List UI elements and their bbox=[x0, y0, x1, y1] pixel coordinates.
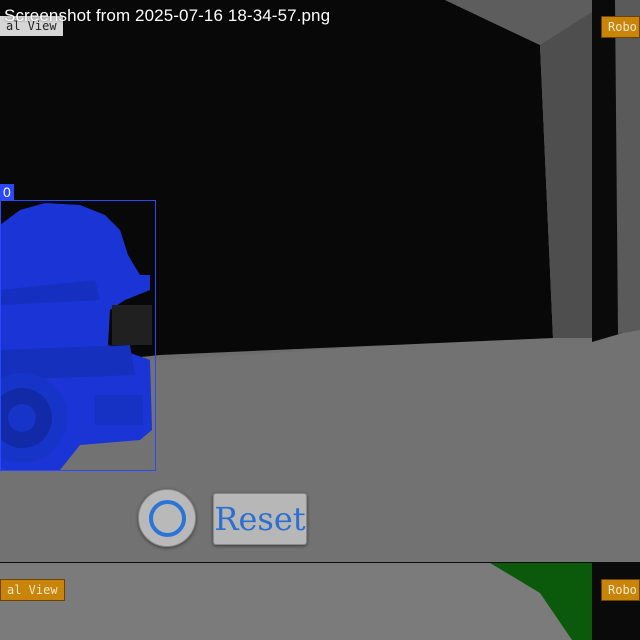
detection-box bbox=[0, 200, 156, 471]
circle-icon bbox=[149, 500, 186, 537]
reset-button[interactable]: Reset bbox=[213, 493, 307, 545]
bottom-right-post bbox=[592, 563, 640, 640]
scene-render-bottom bbox=[0, 563, 640, 640]
record-button[interactable] bbox=[138, 489, 196, 547]
detection-label: 0 bbox=[0, 184, 14, 201]
camera-view-top: al View Robo 0 Reset bbox=[0, 0, 640, 562]
screenshot-filename: Screenshot from 2025-07-16 18-34-57.png bbox=[4, 6, 331, 25]
right-post-face bbox=[615, 0, 640, 334]
camera-view-bottom: al View Robo bbox=[0, 563, 640, 640]
view-tag-right-top: Robo bbox=[601, 16, 640, 38]
view-tag-left-bottom: al View bbox=[0, 579, 65, 601]
view-tag-right-bottom: Robo bbox=[601, 579, 640, 601]
